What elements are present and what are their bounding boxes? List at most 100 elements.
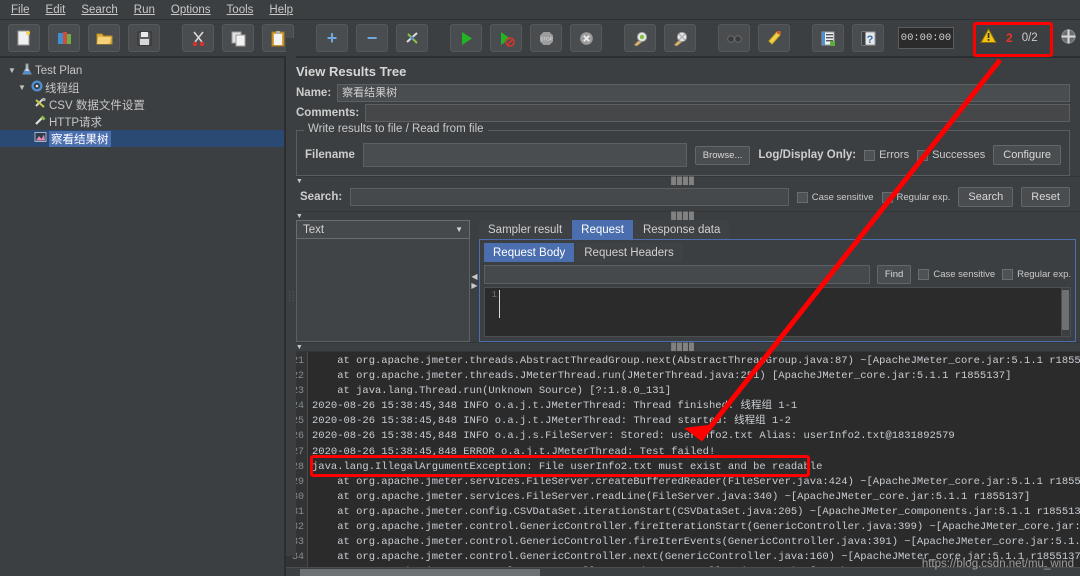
log-line: 2020-08-26 15:38:45,348 INFO o.a.j.t.JMe…: [312, 399, 1080, 414]
search-row: Search: Case sensitive Regular exp. Sear…: [286, 185, 1080, 211]
search-regex-wrap[interactable]: Regular exp.: [882, 192, 951, 203]
menu-help[interactable]: Help: [262, 1, 300, 19]
stop-icon[interactable]: STOP: [530, 24, 562, 52]
warning-count: 2: [1006, 31, 1013, 45]
write-results-group: Write results to file / Read from file F…: [296, 130, 1070, 176]
editor-scrollbar[interactable]: [1061, 288, 1070, 336]
find-case-sensitive-wrap[interactable]: Case sensitive: [918, 269, 995, 280]
start-icon[interactable]: [450, 24, 482, 52]
subtab-request-headers[interactable]: Request Headers: [575, 243, 683, 262]
chevron-down-icon[interactable]: ▼: [452, 225, 466, 234]
templates-icon[interactable]: [48, 24, 80, 52]
comments-input[interactable]: [365, 104, 1070, 122]
configure-button[interactable]: Configure: [993, 145, 1061, 165]
menu-options-label: Options: [171, 4, 211, 16]
editor-line-numbers: 1: [485, 288, 499, 336]
clear-all-icon[interactable]: [664, 24, 696, 52]
successes-checkbox[interactable]: [917, 150, 928, 161]
log-line: 2020-08-26 15:38:45,848 INFO o.a.j.s.Fil…: [312, 429, 1080, 444]
tree-item-test-plan[interactable]: ▼ Test Plan: [0, 62, 284, 79]
menu-file[interactable]: File: [4, 1, 37, 19]
toolbar-expand-icon[interactable]: [1060, 28, 1077, 48]
menu-file-label: File: [11, 4, 30, 16]
sampler-list[interactable]: [296, 239, 470, 342]
tree-label: 线程组: [45, 80, 80, 96]
start-no-pauses-icon[interactable]: [490, 24, 522, 52]
vertical-splitter[interactable]: ◀▶: [470, 220, 479, 342]
errors-checkbox-wrap[interactable]: Errors: [864, 149, 909, 161]
new-test-plan-icon[interactable]: [8, 24, 40, 52]
tree-label: HTTP请求: [49, 114, 102, 130]
menu-tools[interactable]: Tools: [220, 1, 261, 19]
comments-row: Comments:: [286, 104, 1080, 124]
search-reset-icon[interactable]: [758, 24, 790, 52]
collapse-all-icon[interactable]: −: [356, 24, 388, 52]
errors-checkbox[interactable]: [864, 150, 875, 161]
toggle-icon[interactable]: [396, 24, 428, 52]
find-case-sensitive-checkbox[interactable]: [918, 269, 929, 280]
error-status-zone[interactable]: 2 0/2: [972, 26, 1046, 50]
editor-scrollbar-thumb[interactable]: [1062, 290, 1069, 330]
filename-input[interactable]: [363, 143, 687, 167]
clear-icon[interactable]: [624, 24, 656, 52]
log-line: at org.apache.jmeter.threads.JMeterThrea…: [312, 369, 1080, 384]
renderer-select-value: Text: [303, 224, 324, 236]
request-tab-panel: Request Body Request Headers Find Case s…: [479, 239, 1076, 342]
splitter-middle[interactable]: ▲▼ ████: [286, 211, 1080, 220]
open-icon[interactable]: [88, 24, 120, 52]
log-line: at org.apache.jmeter.services.FileServer…: [312, 490, 1080, 505]
log-text: at org.apache.jmeter.threads.AbstractThr…: [308, 352, 1080, 576]
search-regex-checkbox[interactable]: [882, 192, 893, 203]
request-subtabs: Request Body Request Headers: [484, 244, 1071, 262]
tab-sampler-result[interactable]: Sampler result: [479, 220, 571, 239]
search-case-sensitive-wrap[interactable]: Case sensitive: [797, 192, 874, 203]
menu-edit[interactable]: Edit: [39, 1, 73, 19]
request-body-editor[interactable]: 1: [484, 287, 1071, 337]
search-icon[interactable]: [718, 24, 750, 52]
help-icon[interactable]: ?: [852, 24, 884, 52]
splitter-log[interactable]: ▲▼ ████: [286, 342, 1080, 351]
log-horizontal-scrollbar[interactable]: [286, 567, 1080, 576]
name-input[interactable]: 察看结果树: [337, 84, 1070, 102]
pane-grip[interactable]: ::::: [286, 38, 296, 556]
menu-search[interactable]: Search: [74, 1, 124, 19]
search-input[interactable]: [350, 188, 789, 206]
results-area: Text ▼ ◀▶ Sampler result Request Respons…: [286, 220, 1080, 342]
successes-checkbox-wrap[interactable]: Successes: [917, 149, 985, 161]
find-input[interactable]: [484, 265, 870, 284]
search-button[interactable]: Search: [958, 187, 1013, 207]
tab-response-data[interactable]: Response data: [634, 220, 729, 239]
menu-options[interactable]: Options: [164, 1, 218, 19]
find-regex-wrap[interactable]: Regular exp.: [1002, 269, 1071, 280]
twisty-icon[interactable]: ▼: [16, 83, 28, 92]
find-button[interactable]: Find: [877, 265, 911, 284]
search-reset-button[interactable]: Reset: [1021, 187, 1070, 207]
editor-caret: [499, 290, 500, 318]
save-icon[interactable]: [128, 24, 160, 52]
cut-icon[interactable]: [182, 24, 214, 52]
copy-icon[interactable]: [222, 24, 254, 52]
search-case-sensitive-checkbox[interactable]: [797, 192, 808, 203]
tree-item-thread-group[interactable]: ▼ 线程组: [0, 79, 284, 96]
browse-button[interactable]: Browse...: [695, 146, 751, 165]
renderer-select[interactable]: Text ▼: [296, 220, 470, 239]
tab-request[interactable]: Request: [572, 220, 633, 239]
splitter-top[interactable]: ▲▼ ████: [286, 176, 1080, 185]
menu-run[interactable]: Run: [127, 1, 162, 19]
view-results-tree-icon: [32, 131, 49, 146]
tree-item-view-results-tree[interactable]: 察看结果树: [0, 130, 284, 147]
plus-glyph: +: [327, 29, 338, 47]
tree-item-http-request[interactable]: HTTP请求: [0, 113, 284, 130]
shutdown-icon[interactable]: [570, 24, 602, 52]
log-horizontal-scrollbar-thumb[interactable]: [300, 569, 540, 576]
active-threads-count: 0/2: [1022, 32, 1038, 44]
subtab-request-body[interactable]: Request Body: [484, 243, 574, 262]
twisty-icon[interactable]: ▼: [6, 66, 18, 75]
log-console[interactable]: 212223242526272829303132333435 at org.ap…: [286, 351, 1080, 576]
find-regex-checkbox[interactable]: [1002, 269, 1013, 280]
expand-all-icon[interactable]: +: [316, 24, 348, 52]
menu-tools-label: Tools: [227, 4, 254, 16]
tree-item-csv-data-set[interactable]: CSV 数据文件设置: [0, 96, 284, 113]
function-helper-icon[interactable]: [812, 24, 844, 52]
test-plan-tree[interactable]: ▼ Test Plan ▼ 线程组 CSV 数据文件设置: [0, 58, 286, 576]
